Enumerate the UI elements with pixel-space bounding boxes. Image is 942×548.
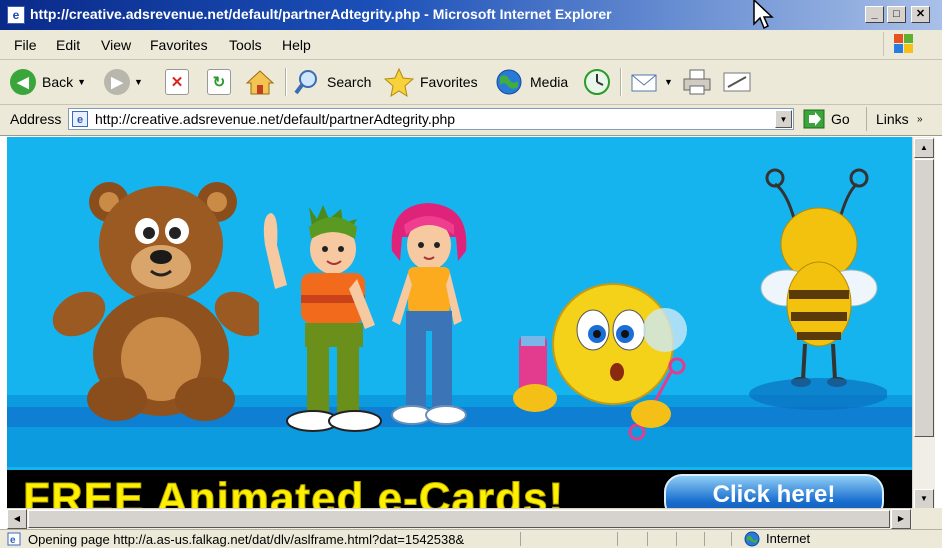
menu-tools[interactable]: Tools — [229, 37, 262, 53]
star-icon — [384, 67, 414, 97]
links-button[interactable]: Links — [876, 111, 909, 127]
address-dropdown-icon[interactable]: ▼ — [775, 110, 792, 128]
print-button[interactable] — [682, 66, 712, 98]
cartoon-girl-image[interactable] — [382, 201, 477, 436]
back-arrow-icon: ◀ — [10, 69, 36, 95]
links-chevron-icon[interactable]: » — [917, 114, 923, 125]
search-icon — [294, 70, 317, 95]
media-globe-icon — [496, 69, 522, 95]
go-button[interactable]: Go — [803, 109, 850, 129]
favorites-button[interactable]: Favorites — [384, 66, 478, 98]
close-button[interactable]: ✕ — [911, 6, 930, 23]
favorites-label: Favorites — [420, 74, 478, 90]
loading-page-icon: e — [7, 532, 21, 546]
svg-text:e: e — [10, 535, 16, 546]
back-dropdown-icon[interactable]: ▼ — [77, 77, 86, 87]
stop-button[interactable]: ✕ — [165, 66, 189, 98]
search-button[interactable]: Search — [293, 66, 371, 98]
history-clock-icon — [584, 69, 610, 95]
media-button[interactable]: Media — [494, 66, 568, 98]
minimize-button[interactable]: _ — [865, 6, 884, 23]
ad-banner[interactable]: FREE Animated e-Cards! Click here! — [7, 470, 912, 513]
menu-help[interactable]: Help — [282, 37, 311, 53]
menu-file[interactable]: File — [14, 37, 37, 53]
title-bar: e http://creative.adsrevenue.net/default… — [0, 0, 942, 30]
window-title: http://creative.adsrevenue.net/default/p… — [30, 6, 612, 22]
home-button[interactable] — [245, 66, 275, 98]
refresh-button[interactable]: ↻ — [207, 66, 231, 98]
bubble-smiley-image[interactable] — [505, 280, 710, 450]
security-zone: Internet — [766, 531, 811, 546]
search-label: Search — [327, 74, 372, 90]
back-button[interactable]: ◀ Back ▼ — [10, 66, 86, 98]
address-label: Address — [10, 111, 62, 127]
back-label: Back — [42, 74, 74, 90]
forward-button[interactable]: ▶ ▼ — [104, 66, 143, 98]
scroll-right-icon[interactable]: ▶ — [891, 509, 911, 529]
address-url[interactable]: http://creative.adsrevenue.net/default/p… — [95, 111, 455, 127]
forward-arrow-icon: ▶ — [104, 69, 130, 95]
mail-button[interactable]: ▼ — [630, 66, 673, 98]
stop-icon: ✕ — [165, 69, 189, 95]
home-icon — [245, 70, 275, 95]
refresh-icon: ↻ — [207, 69, 231, 95]
forward-dropdown-icon[interactable]: ▼ — [134, 77, 143, 87]
mail-envelope-icon — [631, 74, 657, 92]
menu-favorites[interactable]: Favorites — [150, 37, 208, 53]
maximize-button[interactable]: □ — [887, 6, 906, 23]
toolbar: ◀ Back ▼ ▶ ▼ ✕ ↻ Search Favorites Media … — [0, 60, 942, 105]
scroll-up-icon[interactable]: ▲ — [914, 138, 934, 158]
vertical-scroll-thumb[interactable] — [914, 159, 934, 437]
go-label: Go — [831, 111, 850, 127]
address-bar: Address e http://creative.adsrevenue.net… — [0, 105, 942, 136]
internet-globe-icon — [744, 531, 760, 547]
vertical-scrollbar[interactable]: ▲ ▼ — [912, 137, 935, 513]
edit-button[interactable] — [722, 66, 754, 98]
menu-bar: File Edit View Favorites Tools Help — [0, 30, 942, 60]
menu-edit[interactable]: Edit — [56, 37, 80, 53]
status-text: Opening page http://a.as-us.falkag.net/d… — [28, 532, 465, 547]
bee-image[interactable] — [747, 162, 887, 417]
menu-view[interactable]: View — [101, 37, 131, 53]
page-content: FREE Animated e-Cards! Click here! — [7, 137, 912, 513]
mouse-cursor-icon — [753, 0, 774, 30]
mail-dropdown-icon[interactable]: ▼ — [664, 77, 673, 87]
address-input[interactable]: e http://creative.adsrevenue.net/default… — [68, 108, 794, 130]
horizontal-scroll-thumb[interactable] — [28, 510, 890, 528]
teddy-bear-image[interactable] — [49, 179, 259, 429]
media-label: Media — [530, 74, 569, 90]
ie-page-icon: e — [7, 6, 25, 24]
horizontal-scrollbar[interactable]: ◀ ▶ — [7, 508, 912, 529]
scroll-left-icon[interactable]: ◀ — [7, 509, 27, 529]
cartoon-boy-image[interactable] — [257, 205, 387, 440]
edit-page-icon — [723, 72, 751, 92]
scroll-down-icon[interactable]: ▼ — [914, 489, 934, 509]
page-icon: e — [72, 111, 88, 127]
windows-logo-icon — [883, 32, 924, 56]
go-arrow-icon — [803, 109, 825, 129]
status-bar: e Opening page http://a.as-us.falkag.net… — [0, 529, 942, 548]
printer-icon — [683, 69, 711, 95]
history-button[interactable] — [582, 66, 612, 98]
